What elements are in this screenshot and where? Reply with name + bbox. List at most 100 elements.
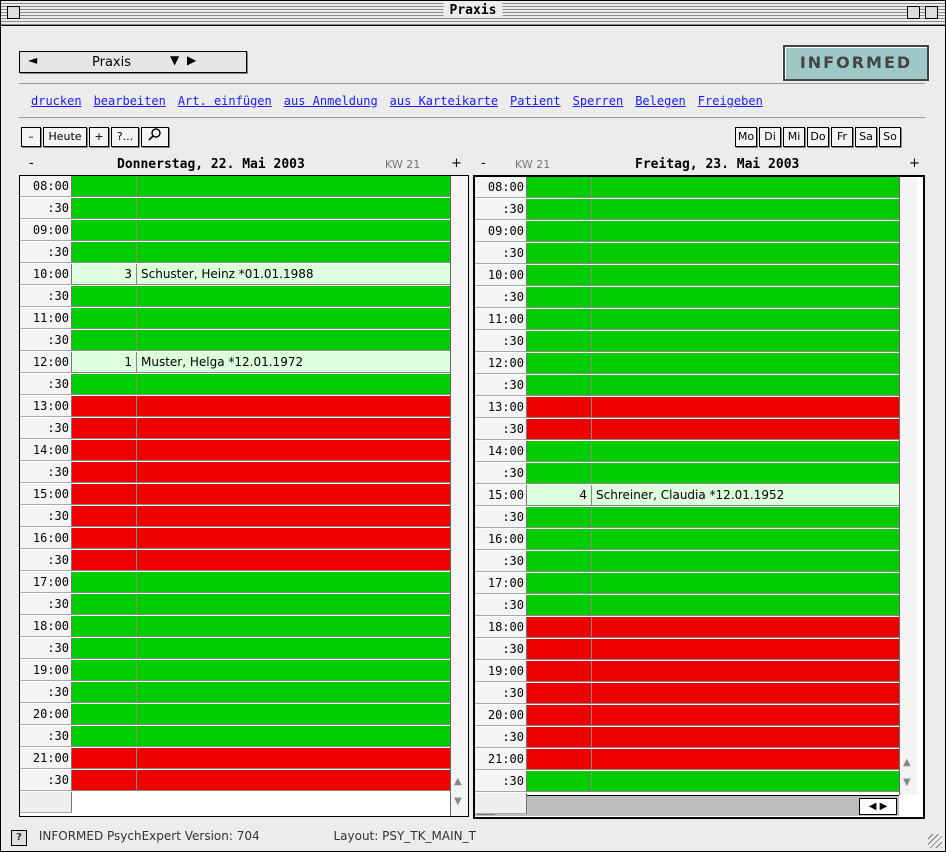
time-slot-row[interactable]: :30 [475,507,899,529]
slot-patient[interactable] [137,286,450,307]
weekday-button-mi[interactable]: Mi [783,127,805,147]
time-slot-row[interactable]: :30 [475,727,899,749]
slot-patient[interactable] [137,418,450,439]
time-slot-row[interactable]: :30 [20,682,450,704]
time-slot-row[interactable]: 08:00 [20,176,450,198]
time-slot-row[interactable]: 21:00 [475,749,899,771]
slot-patient[interactable] [137,594,450,615]
slot-patient[interactable] [592,705,899,726]
menu-link-6[interactable]: Sperren [573,94,624,108]
scroll-down-icon[interactable]: ▼ [454,796,462,807]
menu-link-7[interactable]: Belegen [635,94,686,108]
slot-patient[interactable] [137,198,450,219]
time-slot-row[interactable]: 20:00 [20,704,450,726]
time-slot-row[interactable]: :30 [20,726,450,748]
help-icon[interactable]: ? [11,830,27,846]
time-slot-row[interactable]: :30 [20,550,450,572]
slot-patient[interactable] [592,595,899,616]
day2-vertical-scrollbar[interactable]: ▲ ▼ [899,177,917,795]
day1-vertical-scrollbar[interactable]: ▲ ▼ [450,176,468,816]
slot-patient[interactable] [592,727,899,748]
slot-patient[interactable] [592,551,899,572]
slot-patient[interactable] [592,199,899,220]
scroll-down-icon[interactable]: ▼ [903,777,911,788]
time-slot-row[interactable]: 09:00 [475,221,899,243]
slot-patient[interactable] [592,419,899,440]
slot-patient[interactable] [592,529,899,550]
time-slot-row[interactable]: :30 [20,286,450,308]
time-slot-row[interactable]: 15:00 4 Schreiner, Claudia *12.01.1952 [475,485,899,507]
day1-prev-button[interactable]: - [29,156,34,171]
time-slot-row[interactable]: 16:00 [20,528,450,550]
horizontal-scroll-arrows-icon[interactable]: ◀ ▶ [859,798,897,815]
time-slot-row[interactable]: 12:00 1 Muster, Helga *12.01.1972 [20,352,450,374]
slot-patient[interactable] [592,441,899,462]
time-slot-row[interactable]: :30 [20,638,450,660]
slot-patient[interactable] [592,375,899,396]
search-button[interactable] [141,127,169,147]
time-slot-row[interactable]: :30 [20,462,450,484]
time-slot-row[interactable]: :30 [20,198,450,220]
slot-patient[interactable] [137,748,450,769]
slot-patient[interactable] [592,463,899,484]
time-slot-row[interactable]: 19:00 [20,660,450,682]
time-slot-row[interactable]: :30 [475,595,899,617]
time-slot-row[interactable]: :30 [475,551,899,573]
today-button[interactable]: Heute [43,127,87,147]
slot-patient[interactable] [592,331,899,352]
day2-next-button[interactable]: + [909,156,920,171]
menu-link-0[interactable]: drucken [31,94,82,108]
time-slot-row[interactable]: :30 [475,419,899,441]
time-slot-row[interactable]: 19:00 [475,661,899,683]
slot-patient[interactable] [592,661,899,682]
time-slot-row[interactable]: 14:00 [20,440,450,462]
slot-patient[interactable] [137,462,450,483]
slot-patient[interactable] [592,265,899,286]
time-slot-row[interactable]: :30 [475,463,899,485]
time-slot-row[interactable]: 10:00 [475,265,899,287]
slot-patient[interactable] [137,220,450,241]
title-bar[interactable]: Praxis [1,1,945,26]
slot-patient[interactable] [592,749,899,770]
weekday-button-di[interactable]: Di [759,127,781,147]
slot-patient[interactable] [137,616,450,637]
time-slot-row[interactable]: :30 [475,243,899,265]
time-slot-row[interactable]: :30 [475,639,899,661]
time-slot-row[interactable]: :30 [20,242,450,264]
time-slot-row[interactable]: :30 [475,771,899,793]
weekday-button-so[interactable]: So [879,127,901,147]
resize-grip[interactable] [928,834,942,848]
time-slot-row[interactable]: :30 [20,770,450,792]
slot-patient[interactable] [137,484,450,505]
slot-patient[interactable] [592,309,899,330]
time-slot-row[interactable]: 17:00 [20,572,450,594]
slot-patient[interactable] [592,683,899,704]
slot-patient[interactable] [592,397,899,418]
slot-patient[interactable] [592,287,899,308]
menu-link-5[interactable]: Patient [510,94,561,108]
slot-patient[interactable] [592,177,899,198]
slot-patient[interactable] [137,396,450,417]
time-slot-row[interactable]: 12:00 [475,353,899,375]
slot-patient[interactable] [137,726,450,747]
close-box[interactable] [7,6,20,19]
dropdown-arrows-icon[interactable]: ▼ ▶ [170,53,198,67]
query-button[interactable]: ?... [111,127,139,147]
slot-patient[interactable] [592,771,899,792]
slot-patient[interactable] [137,176,450,197]
time-slot-row[interactable]: 10:00 3 Schuster, Heinz *01.01.1988 [20,264,450,286]
time-slot-row[interactable]: :30 [475,199,899,221]
menu-link-4[interactable]: aus Karteikarte [390,94,498,108]
time-slot-row[interactable]: :30 [20,594,450,616]
time-slot-row[interactable]: 14:00 [475,441,899,463]
slot-patient[interactable] [592,507,899,528]
menu-link-8[interactable]: Freigeben [698,94,763,108]
time-slot-row[interactable]: :30 [475,683,899,705]
time-slot-row[interactable]: :30 [20,374,450,396]
menu-link-2[interactable]: Art. einfügen [178,94,272,108]
day1-next-button[interactable]: + [451,156,462,171]
weekday-button-sa[interactable]: Sa [855,127,877,147]
time-slot-row[interactable]: 18:00 [475,617,899,639]
time-slot-row[interactable]: :30 [475,331,899,353]
left-arrow-icon[interactable]: ◄ [28,53,37,67]
